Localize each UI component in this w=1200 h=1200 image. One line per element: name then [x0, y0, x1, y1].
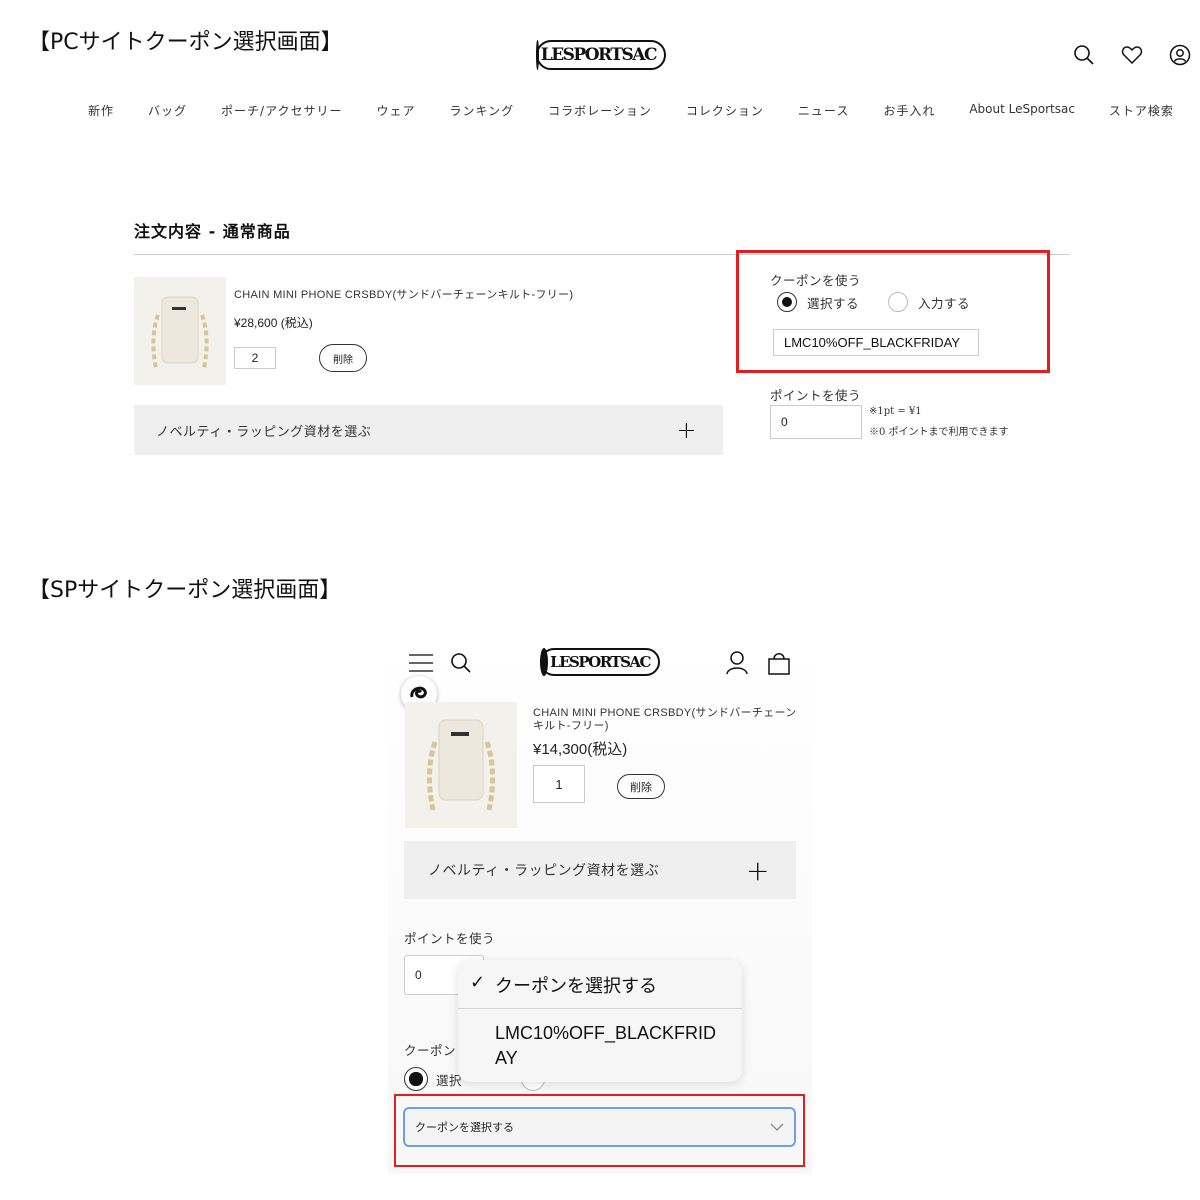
nav-item-wear[interactable]: ウェア [376, 102, 415, 119]
nav-item-news[interactable]: ニュース [798, 102, 849, 119]
dropdown-option-placeholder[interactable]: クーポンを選択する [495, 972, 657, 998]
order-title: 注文内容 - 通常商品 [134, 222, 291, 241]
pc-logo[interactable]: LESPORTSAC [536, 40, 666, 70]
cart-icon[interactable] [767, 651, 791, 675]
nav-item-new[interactable]: 新作 [88, 102, 114, 119]
nav-item-care[interactable]: お手入れ [883, 102, 935, 119]
coupon-select[interactable]: LMC10%OFF_BLACKFRIDAY [773, 329, 979, 356]
nav-item-ranking[interactable]: ランキング [450, 102, 515, 119]
sp-account-icon[interactable] [726, 651, 748, 675]
logo-mark-icon [536, 40, 539, 70]
product-price: ¥28,600 (税込) [234, 316, 313, 330]
logo-text: LESPORTSAC [540, 45, 658, 65]
dropdown-divider [458, 1008, 742, 1009]
sp-logo-text: LESPORTSAC [550, 653, 651, 671]
points-label: ポイントを使う [770, 388, 862, 403]
nav-item-pouch[interactable]: ポーチ/アクセサリー [221, 102, 342, 119]
sp-coupon-label: クーポン [404, 1043, 457, 1058]
sp-delete-button[interactable]: 削除 [617, 774, 665, 799]
sp-product-price: ¥14,300(税込) [533, 741, 628, 758]
delete-button[interactable]: 削除 [319, 344, 367, 372]
product-name[interactable]: CHAIN MINI PHONE CRSBDY(サンドバーチェーンキルト-フリー… [234, 286, 573, 302]
menu-icon[interactable] [408, 652, 434, 674]
nav-item-collection[interactable]: コレクション [686, 102, 764, 119]
account-icon[interactable] [1169, 44, 1191, 66]
sp-product-image[interactable] [405, 702, 517, 828]
coupon-select-value: LMC10%OFF_BLACKFRIDAY [784, 335, 961, 350]
nav-item-collab[interactable]: コラボレーション [548, 102, 652, 119]
nav-item-store[interactable]: ストア検索 [1109, 102, 1174, 119]
quantity-input[interactable]: 2 [234, 347, 276, 369]
nav-item-about[interactable]: About LeSportsac [969, 102, 1075, 119]
coupon-radio-select-label[interactable]: 選択する [807, 293, 859, 312]
sp-coupon-highlight-box [394, 1094, 805, 1167]
dropdown-option-coupon-line1[interactable]: LMC10%OFF_BLACKFRID [495, 1023, 716, 1044]
points-note-rate: ※1pt = ¥1 [869, 406, 922, 417]
sp-logo-mark-icon [540, 648, 549, 676]
points-input[interactable]: 0 [770, 405, 862, 439]
novelty-accordion[interactable]: ノベルティ・ラッピング資材を選ぶ + [134, 405, 723, 455]
nav-item-bags[interactable]: バッグ [148, 102, 187, 119]
pc-section-title: 【PCサイトクーポン選択画面】 [28, 30, 343, 55]
coupon-radio-input-label[interactable]: 入力する [918, 293, 970, 312]
sp-product-name-line2[interactable]: キルト-フリー) [533, 717, 609, 733]
sp-quantity-input[interactable]: 1 [533, 765, 585, 803]
coupon-radio-input[interactable] [888, 292, 908, 312]
heart-icon[interactable] [1121, 45, 1143, 65]
sp-logo[interactable]: LESPORTSAC [540, 648, 660, 676]
sp-section-title: 【SPサイトクーポン選択画面】 [28, 578, 342, 603]
plus-icon[interactable]: + [676, 416, 697, 444]
sp-search-icon[interactable] [450, 652, 472, 674]
sp-novelty-label: ノベルティ・ラッピング資材を選ぶ [428, 863, 660, 879]
coupon-label: クーポンを使う [770, 273, 862, 288]
sp-novelty-accordion[interactable]: ノベルティ・ラッピング資材を選ぶ + [404, 841, 796, 899]
main-nav: 新作 バッグ ポーチ/アクセサリー ウェア ランキング コラボレーション コレク… [88, 102, 1174, 119]
check-icon: ✓ [470, 972, 486, 993]
dropdown-option-coupon-line2[interactable]: AY [495, 1048, 518, 1069]
search-icon[interactable] [1073, 44, 1095, 66]
sp-plus-icon[interactable]: + [746, 854, 770, 887]
sp-points-label: ポイントを使う [404, 931, 496, 946]
coupon-dropdown-menu: ✓ クーポンを選択する LMC10%OFF_BLACKFRID AY [458, 960, 742, 1082]
sp-coupon-radio-select[interactable] [404, 1067, 428, 1091]
points-note-limit: ※0 ポイントまで利用できます [869, 427, 1009, 438]
product-image[interactable] [134, 277, 226, 385]
novelty-label: ノベルティ・ラッピング資材を選ぶ [156, 424, 372, 440]
coupon-radio-select[interactable] [777, 292, 797, 312]
